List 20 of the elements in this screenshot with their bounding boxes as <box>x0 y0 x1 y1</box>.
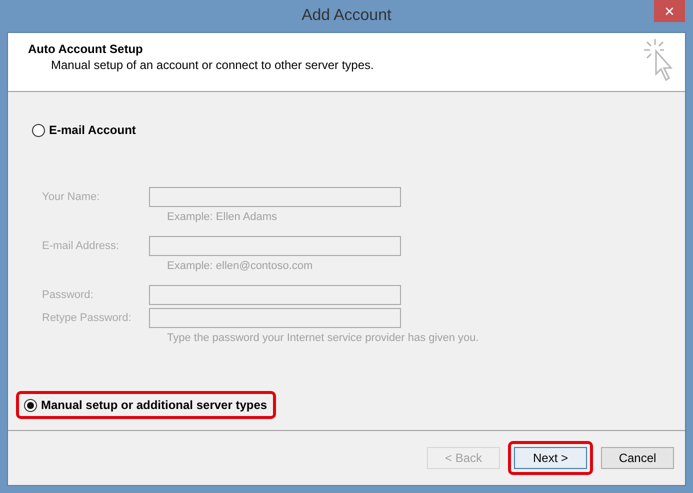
field-label: Password: <box>42 289 94 301</box>
close-button[interactable]: ✕ <box>654 0 685 22</box>
dialog-button[interactable]: Cancel <box>601 447 674 469</box>
field-hint: Example: ellen@contoso.com <box>166 260 314 272</box>
window-title: Add Account <box>302 7 392 25</box>
radio-button[interactable] <box>32 124 45 136</box>
field-hint: Example: Ellen Adams <box>166 211 278 223</box>
radio-option[interactable]: E-mail Account <box>24 116 145 144</box>
field-label: Retype Password: <box>42 312 132 324</box>
dialog-button[interactable]: Next > <box>514 447 587 469</box>
field-hint: Type the password your Internet service provider has given you. <box>166 332 480 344</box>
radio-label: E-mail Account <box>49 123 136 137</box>
page-description: Manual setup of an account or connect to other server types. <box>50 58 374 72</box>
radio-label: Manual setup or additional server types <box>41 398 268 412</box>
radio-option[interactable]: Manual setup or additional server types <box>16 391 276 419</box>
field-label: E-mail Address: <box>42 240 120 252</box>
page-heading: Auto Account Setup <box>28 42 144 56</box>
sparkle-cursor-icon <box>643 38 673 84</box>
radio-button[interactable] <box>24 398 37 412</box>
field-label: Your Name: <box>42 191 101 203</box>
